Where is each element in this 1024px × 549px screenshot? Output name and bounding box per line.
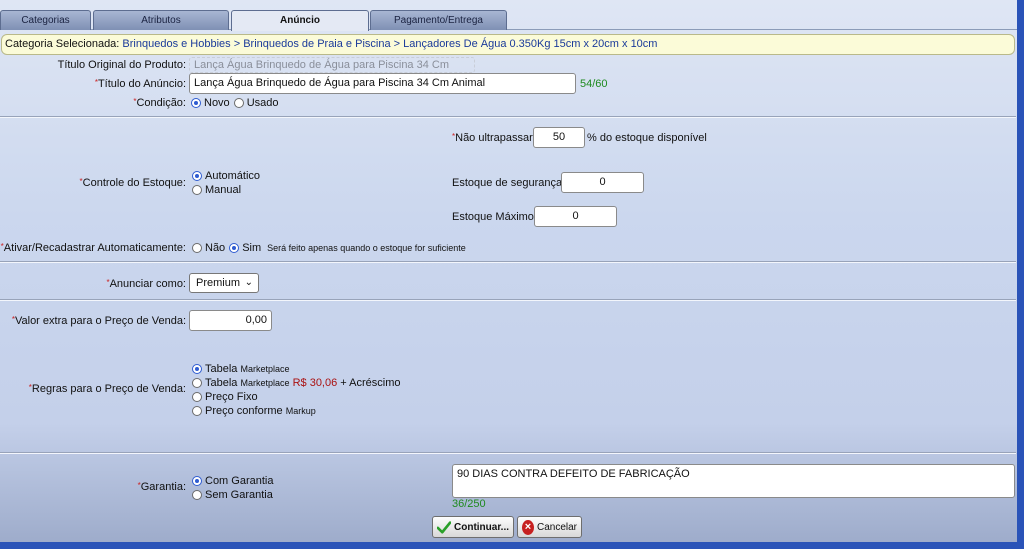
form-window: Categorias Atributos Anúncio Pagamento/E… [0,0,1020,545]
stock-maximum-input[interactable]: 0 [534,206,617,227]
tab-pagamento-entrega[interactable]: Pagamento/Entrega [370,10,507,30]
price-rules-label: *Regras para o Preço de Venda: [28,383,186,395]
stock-control-auto-label: Automático [205,170,261,182]
price-rule-3-radio[interactable] [192,392,202,402]
continue-button[interactable]: Continuar... [432,516,514,538]
category-path: Brinquedos e Hobbies > Brinquedos de Pra… [122,38,658,50]
condition-novo-radio[interactable] [191,98,201,108]
warranty-without-label: Sem Garantia [205,489,273,501]
stock-control-manual-radio[interactable] [192,185,202,195]
stock-safety-input[interactable]: 0 [561,172,644,193]
auto-relist-sim-radio[interactable] [229,243,240,253]
ad-title-input[interactable]: Lança Água Brinquedo de Água para Piscin… [189,73,576,94]
condition-novo-label: Novo [204,97,230,109]
selected-category-bar: Categoria Selecionada: Brinquedos e Hobb… [1,34,1015,55]
section-divider [0,452,1016,454]
ad-title-label: *Título do Anúncio: [94,78,186,90]
condition-usado-radio[interactable] [233,98,244,108]
price-rule-1-label: Tabela [205,363,238,375]
category-prefix: Categoria Selecionada: [5,38,120,50]
auto-relist-options: Não Sim Será feito apenas quando o estoq… [192,242,466,254]
auto-relist-nao-label: Não [205,242,226,254]
checkmark-icon [437,521,451,534]
warranty-text-input[interactable]: 90 DIAS CONTRA DEFEITO DE FABRICAÇÃO [452,464,1015,498]
warranty-with-radio[interactable] [192,476,202,486]
continue-button-label: Continuar... [454,521,509,533]
price-rule-option-3: Preço Fixo [192,391,258,403]
price-rule-2-radio[interactable] [192,378,202,388]
price-rule-4-radio[interactable] [192,406,202,416]
cancel-button[interactable]: × Cancelar [517,516,582,538]
stock-control-auto: Automático [192,170,260,182]
price-rule-1-radio[interactable] [192,364,202,374]
condition-label: *Condição: [133,97,186,109]
warranty-counter: 36/250 [452,498,486,510]
extra-price-label: *Valor extra para o Preço de Venda: [11,315,186,327]
price-rule-1-sub: Marketplace [240,364,290,374]
listing-type-value: Premium [196,277,241,289]
price-rule-2-label: Tabela [205,377,238,389]
ad-title-counter: 54/60 [580,78,608,90]
tab-bar: Categorias Atributos Anúncio Pagamento/E… [0,10,1017,31]
stock-control-label: *Controle do Estoque: [79,177,186,189]
original-title-field: Lança Água Brinquedo de Água para Piscin… [189,57,475,85]
auto-relist-label: *Ativar/Recadastrar Automaticamente: [0,242,186,254]
warranty-label: *Garantia: [137,481,186,493]
cancel-button-label: Cancelar [536,521,577,533]
price-rule-4-label: Preço conforme [205,405,283,417]
listing-type-label: *Anunciar como: [106,278,186,290]
section-divider [0,116,1016,118]
stock-control-auto-radio[interactable] [192,171,202,181]
stock-control-manual: Manual [192,184,241,196]
stock-safety-label: Estoque de segurança [452,177,563,189]
stock-control-manual-label: Manual [205,184,242,196]
stock-max-percent-suffix: % do estoque disponível [587,132,707,144]
section-divider [0,299,1016,301]
warranty-without-radio[interactable] [192,490,202,500]
original-title-label: Título Original do Produto: [57,59,186,71]
price-rule-option-1: Tabela Marketplace [192,363,290,375]
close-icon: × [522,519,534,535]
warranty-with-label: Com Garantia [205,475,274,487]
tab-anuncio[interactable]: Anúncio [231,10,369,31]
warranty-with: Com Garantia [192,475,273,487]
auto-relist-sim-label: Sim [242,242,262,254]
price-rule-option-4: Preço conforme Markup [192,405,316,417]
extra-price-input[interactable]: 0,00 [189,310,272,331]
stock-maximum-label: Estoque Máximo [452,211,534,223]
condition-usado-label: Usado [246,97,279,109]
chevron-down-icon: ⌄ [244,277,253,288]
stock-max-percent-label: *Não ultrapassar [452,132,533,144]
price-rule-4-sub: Markup [285,406,316,416]
price-rule-3-label: Preço Fixo [205,391,258,403]
auto-relist-nao-radio[interactable] [192,243,202,253]
warranty-without: Sem Garantia [192,489,273,501]
tab-atributos[interactable]: Atributos [93,10,229,30]
tab-categorias[interactable]: Categorias [0,10,91,30]
section-divider [0,261,1016,263]
stock-max-percent-input[interactable]: 50 [533,127,585,148]
auto-relist-note: Será feito apenas quando o estoque for s… [267,243,466,253]
condition-options: Novo Usado [191,97,278,109]
listing-type-select[interactable]: Premium ⌄ [189,273,259,293]
price-rule-2-suffix: + Acréscimo [340,377,401,389]
price-rule-2-sub: Marketplace [240,378,290,388]
price-rule-2-price: R$ 30,06 [292,377,338,389]
price-rule-option-2: Tabela Marketplace R$ 30,06 + Acréscimo [192,377,401,389]
